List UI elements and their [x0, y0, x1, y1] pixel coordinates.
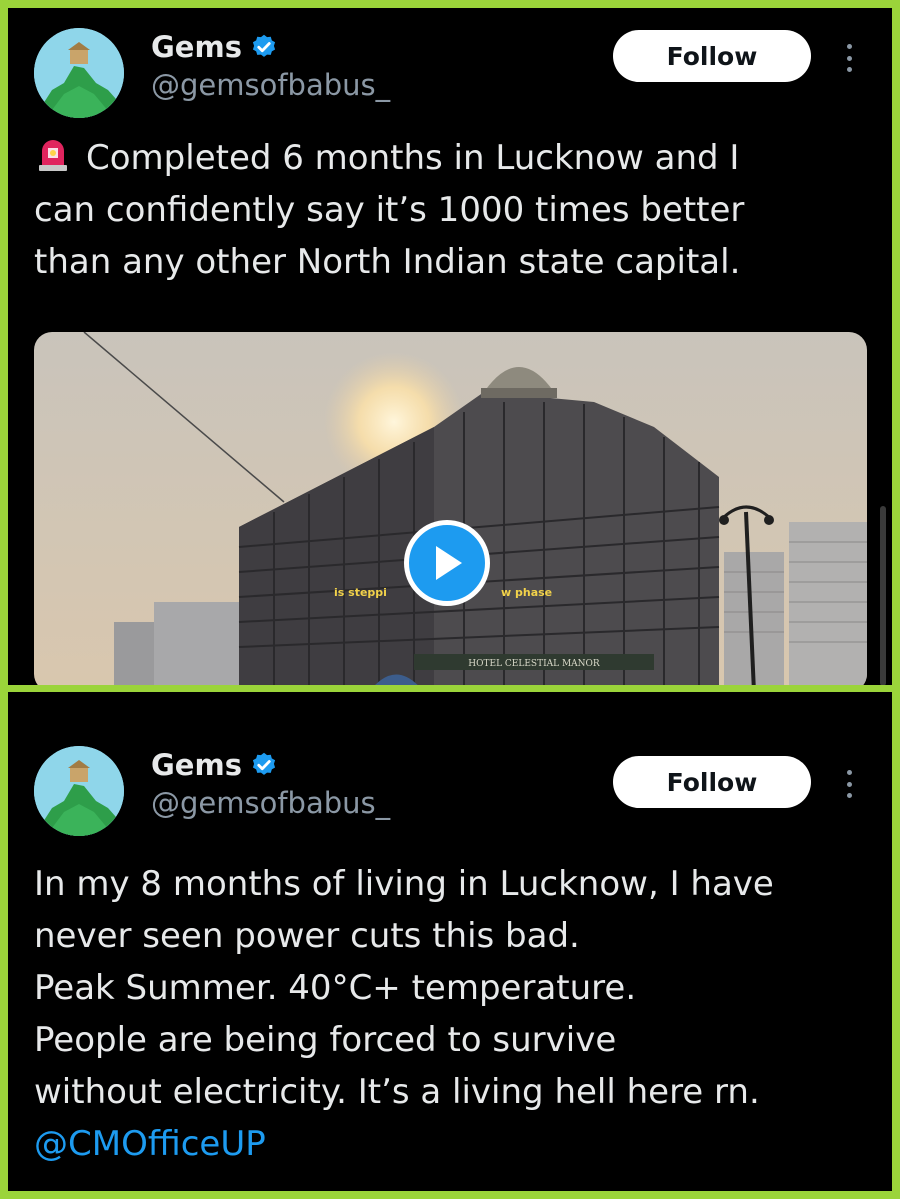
avatar[interactable]	[34, 746, 124, 836]
author-name-row: Gems	[151, 30, 278, 64]
tweet-text: In my 8 months of living in Lucknow, I h…	[34, 858, 864, 1170]
more-options-icon[interactable]	[838, 38, 860, 78]
tweet-card-1: Gems @gemsofbabus_ Follow Completed 6 mo…	[8, 8, 892, 685]
more-options-icon[interactable]	[838, 764, 860, 804]
tweet-text-line-5: without electricity. It’s a living hell …	[34, 1072, 760, 1112]
follow-button[interactable]: Follow	[613, 756, 811, 808]
author-name[interactable]: Gems	[151, 748, 242, 782]
video-caption-right: w phase	[501, 586, 552, 599]
play-button[interactable]	[404, 520, 490, 606]
follow-button[interactable]: Follow	[613, 30, 811, 82]
author-handle[interactable]: @gemsofbabus_	[151, 786, 390, 820]
tweet-text-line-3: than any other North Indian state capita…	[34, 242, 741, 282]
avatar-image	[34, 746, 124, 836]
play-icon	[436, 546, 462, 580]
police-siren-icon	[39, 140, 67, 171]
author-name-row: Gems	[151, 748, 278, 782]
author-handle[interactable]: @gemsofbabus_	[151, 68, 390, 102]
video-caption-left: is steppi	[334, 586, 387, 599]
tweet-text-line-1: Completed 6 months in Lucknow and I	[34, 132, 864, 184]
verified-badge-icon	[252, 752, 276, 775]
tweet-text-line-3: Peak Summer. 40°C+ temperature.	[34, 968, 637, 1008]
tweet-card-2: Gems @gemsofbabus_ Follow In my 8 months…	[8, 692, 892, 1191]
scrollbar-thumb[interactable]	[880, 506, 886, 685]
avatar-image	[34, 28, 124, 118]
author-name[interactable]: Gems	[151, 30, 242, 64]
verified-badge-icon	[252, 34, 276, 57]
tweet-text-line-4: People are being forced to survive	[34, 1020, 617, 1060]
video-thumbnail[interactable]: HOTEL CELESTIAL MANOR is steppi w phase	[34, 332, 867, 685]
video-frame: HOTEL CELESTIAL MANOR is steppi w phase	[34, 332, 867, 685]
tweet-text-line-1: In my 8 months of living in Lucknow, I h…	[34, 864, 774, 904]
tweet-text-line-2: never seen power cuts this bad.	[34, 916, 580, 956]
tweet-text-line-2: can confidently say it’s 1000 times bett…	[34, 190, 745, 230]
tweet-text: Completed 6 months in Lucknow and I can …	[34, 132, 864, 288]
hotel-sign-text: HOTEL CELESTIAL MANOR	[468, 659, 600, 669]
mention-link[interactable]: @CMOfficeUP	[34, 1118, 864, 1170]
avatar[interactable]	[34, 28, 124, 118]
tweet-text-line-1-content: Completed 6 months in Lucknow and I	[86, 138, 740, 178]
